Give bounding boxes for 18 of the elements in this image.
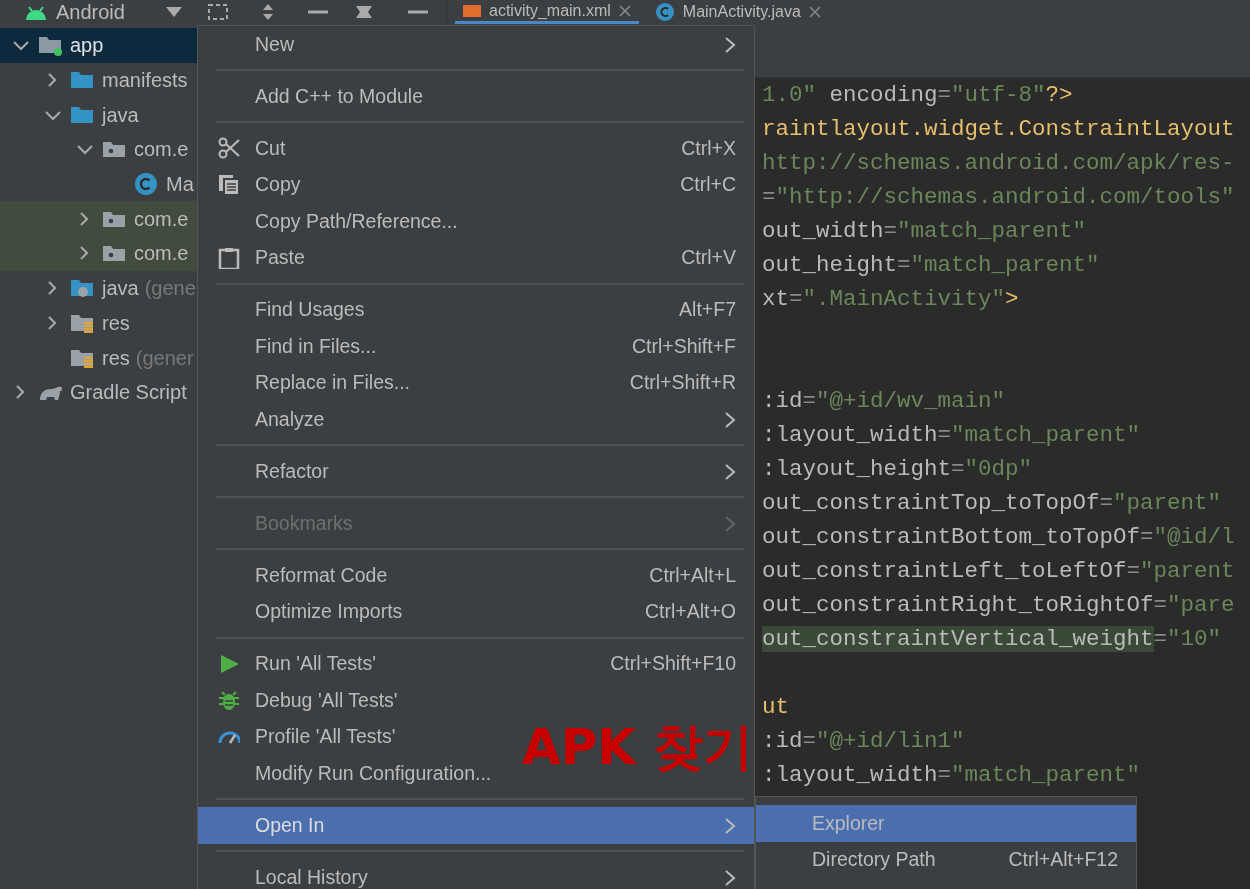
code-line: ut — [762, 694, 789, 720]
code-line: out_height="match_parent" — [762, 252, 1100, 278]
code-line: :id="@+id/lin1" — [762, 728, 965, 754]
code-line: :layout_width="match_parent" — [762, 762, 1141, 788]
code-line: :id="@+id/wv_main" — [762, 388, 1006, 414]
code-line: out_constraintTop_toTopOf="parent" — [762, 490, 1222, 516]
code-line: :layout_width="match_parent" — [762, 422, 1141, 448]
code-line: out_constraintBottom_toTopOf="@id/l — [762, 524, 1235, 550]
code-line: out_constraintLeft_toLeftOf="parent — [762, 558, 1235, 584]
code-line: raintlayout.widget.ConstraintLayout — [762, 116, 1235, 142]
code-line: http://schemas.android.com/apk/res- — [762, 150, 1235, 176]
code-line: :layout_height="0dp" — [762, 456, 1033, 482]
code-line: ="http://schemas.android.com/tools" — [762, 184, 1235, 210]
annotation-text: APK 찾기 — [522, 722, 754, 772]
code-line: 1.0" encoding="utf-8"?> — [762, 82, 1073, 108]
code-line: out_constraintRight_toRightOf="pare — [762, 592, 1235, 618]
code-line: xt=".MainActivity"> — [762, 286, 1019, 312]
code-line: out_width="match_parent" — [762, 218, 1087, 244]
